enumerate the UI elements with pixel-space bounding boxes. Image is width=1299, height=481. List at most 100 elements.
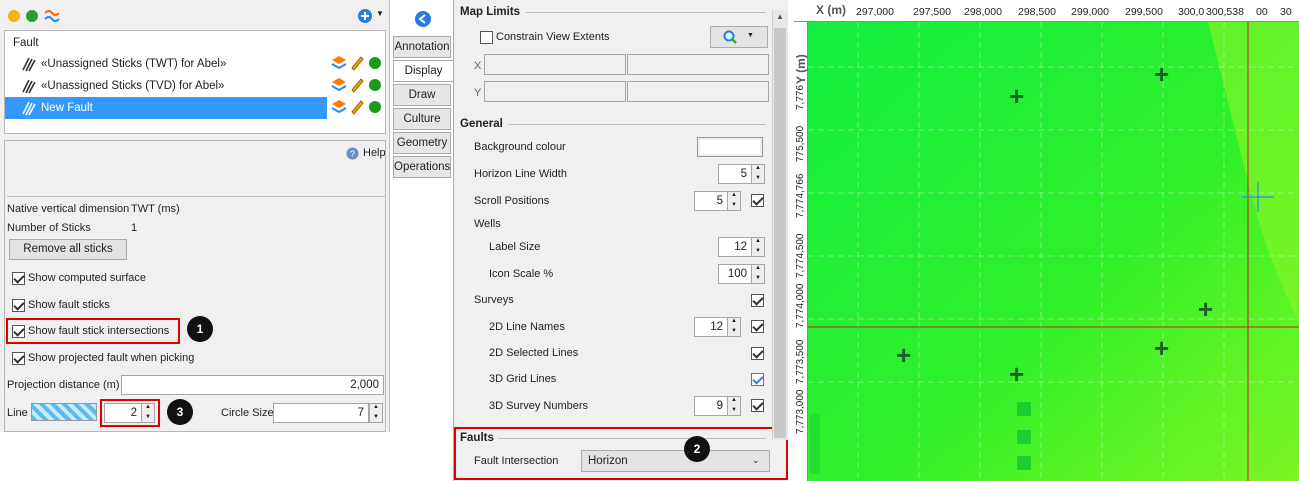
scroll-positions-checkbox[interactable] [751,194,764,207]
y-label: Y [474,87,482,99]
projection-distance-label: Projection distance (m) [7,379,120,391]
orange-status-icon[interactable] [8,10,20,22]
layers-icon[interactable] [331,99,347,115]
layers-icon[interactable] [331,55,347,71]
line-width-input[interactable]: 2 [104,403,142,423]
tree-item-tvd-sticks[interactable]: «Unassigned Sticks (TVD) for Abel» [5,75,385,97]
visibility-icon[interactable] [369,57,381,69]
tree-item-twt-sticks[interactable]: «Unassigned Sticks (TWT) for Abel» [5,53,385,75]
well-marker-icon[interactable]: + [1154,335,1169,361]
fault-properties: ? Help Native vertical dimension TWT (ms… [4,140,386,432]
fault-intersection-select[interactable]: Horizon ⌄ [581,450,770,472]
label-size-stepper[interactable]: ▲ ▼ [751,237,765,257]
show-computed-label: Show computed surface [28,272,147,284]
label-size-input[interactable]: 12 [718,237,752,257]
faults-heading: Faults [460,432,494,444]
tree-item-new-fault[interactable]: New Fault [5,97,327,119]
y-tick: 7,774,766 [795,173,806,219]
x-tick: 297,000 [856,6,894,18]
y-tick: 7,776 [795,84,806,110]
chevron-down-icon: ⌄ [752,455,760,465]
icon-scale-input[interactable]: 100 [718,264,752,284]
scroll-up-icon[interactable]: ▲ [776,12,784,21]
chevron-down-icon[interactable]: ▼ [376,9,384,18]
circle-size-label: Circle Size [221,407,274,419]
y-max-input[interactable] [627,81,769,102]
line-names-stepper[interactable]: ▲ ▼ [727,317,741,337]
y-min-input[interactable] [484,81,626,102]
tab-annotation[interactable]: Annotation [393,36,451,58]
fault-icon [22,101,36,116]
well-marker-icon[interactable]: + [1009,361,1024,387]
show-computed-checkbox[interactable] [12,272,25,285]
grid-lines-checkbox[interactable] [751,373,764,386]
y-tick: 7,773,500 [795,339,806,385]
map-canvas [808,22,1299,481]
horizon-width-input[interactable]: 5 [718,164,752,184]
visibility-icon[interactable] [369,101,381,113]
tab-geometry[interactable]: Geometry [393,132,451,154]
horizon-width-label: Horizon Line Width [474,168,567,180]
y-axis-title: Y (m) [794,54,808,84]
show-sticks-checkbox[interactable] [12,299,25,312]
constrain-view-checkbox[interactable] [480,31,493,44]
projection-distance-input[interactable]: 2,000 [121,375,384,395]
x-tick: 00 [1256,6,1268,18]
scrollbar-thumb[interactable] [774,28,786,438]
well-marker-icon[interactable]: + [1198,296,1213,322]
x-tick: 298,000 [964,6,1002,18]
wave-icon[interactable] [44,9,60,23]
tab-operations[interactable]: Operations [393,156,451,178]
scroll-positions-stepper[interactable]: ▲ ▼ [727,191,741,211]
show-projected-checkbox[interactable] [12,352,25,365]
pencil-icon[interactable] [349,99,365,115]
zoom-extents-button[interactable]: ▼ [710,26,768,48]
show-intersections-checkbox[interactable] [12,325,25,338]
pencil-icon[interactable] [349,55,365,71]
selected-lines-checkbox[interactable] [751,347,764,360]
green-status-icon[interactable] [26,10,38,22]
scroll-positions-input[interactable]: 5 [694,191,728,211]
well-marker-icon[interactable]: + [896,342,911,368]
map-view[interactable]: + + + + + + X (m) 297,000 297,500 298,00… [794,0,1299,481]
horizon-width-stepper[interactable]: ▲ ▼ [751,164,765,184]
line-width-stepper[interactable]: ▲ ▼ [141,403,155,423]
remove-all-sticks-button[interactable]: Remove all sticks [9,239,127,260]
back-arrow-icon[interactable] [414,10,432,28]
circle-size-stepper[interactable]: ▲ ▼ [369,403,383,423]
callout-badge-3: 3 [167,399,193,425]
line-style-swatch[interactable] [31,403,97,421]
survey-numbers-checkbox[interactable] [751,399,764,412]
icon-scale-stepper[interactable]: ▲ ▼ [751,264,765,284]
survey-numbers-input[interactable]: 9 [694,396,728,416]
pencil-icon[interactable] [349,77,365,93]
help-link[interactable]: Help [363,147,386,159]
panel-toolbar: ▼ [0,0,390,30]
line-names-checkbox[interactable] [751,320,764,333]
scroll-positions-label: Scroll Positions [474,195,550,207]
survey-numbers-stepper[interactable]: ▲ ▼ [727,396,741,416]
tree-item-label: New Fault [41,102,93,114]
tab-culture[interactable]: Culture [393,108,451,130]
help-icon[interactable]: ? [346,147,359,160]
circle-size-input[interactable]: 7 [273,403,369,423]
add-icon[interactable] [357,8,373,24]
x-min-input[interactable] [484,54,626,75]
wells-label: Wells [474,218,501,230]
bg-colour-label: Background colour [474,141,566,153]
divider [7,196,385,197]
tab-draw[interactable]: Draw [393,84,451,106]
layers-icon[interactable] [331,77,347,93]
well-marker-icon[interactable]: + [1154,61,1169,87]
surveys-label: Surveys [474,294,514,306]
tree-item-label: «Unassigned Sticks (TVD) for Abel» [41,80,225,92]
visibility-icon[interactable] [369,79,381,91]
line-names-input[interactable]: 12 [694,317,728,337]
x-max-input[interactable] [627,54,769,75]
well-marker-icon[interactable]: + [1009,83,1024,109]
bg-colour-swatch[interactable] [697,137,763,157]
y-tick: 775,500 [795,125,806,162]
x-tick: 299,500 [1125,6,1163,18]
surveys-checkbox[interactable] [751,294,764,307]
tab-display[interactable]: Display [393,60,453,82]
